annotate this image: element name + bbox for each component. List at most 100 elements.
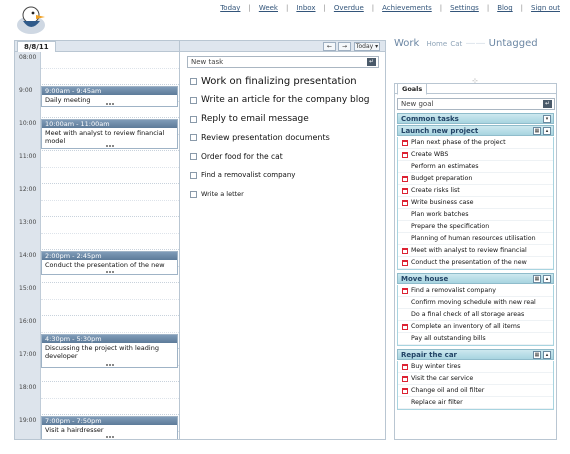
hour-label: 17:00	[15, 349, 41, 382]
calendar-grid[interactable]: 08:00 9:00 10:00 11:00 12:00 13:00 14:00 15:00 1…	[15, 52, 179, 439]
nav-today-link[interactable]: Today	[220, 4, 240, 12]
nav-separator: |	[439, 4, 443, 12]
collapse-icon[interactable]: ▴	[543, 275, 551, 283]
event-time: 7:00pm - 7:50pm	[42, 417, 177, 425]
goals-tab[interactable]: Goals	[397, 83, 428, 95]
task-checkbox[interactable]	[190, 134, 197, 141]
goal-item[interactable]: Confirm moving schedule with new real	[398, 297, 553, 309]
goal-item[interactable]: Plan work batches	[398, 209, 553, 221]
resize-grip-icon[interactable]	[105, 436, 114, 438]
goal-item[interactable]: Meet with analyst to review financial	[398, 245, 553, 257]
goal-item[interactable]: Planning of human resources utilisation	[398, 233, 553, 245]
goal-section-header[interactable]: Common tasks ▾	[397, 113, 554, 124]
hour-row[interactable]: 13:00	[15, 217, 179, 250]
goal-item[interactable]: Create risks list	[398, 185, 553, 197]
hour-row[interactable]: 12:00	[15, 184, 179, 217]
goal-item[interactable]: Write business case	[398, 197, 553, 209]
goal-item[interactable]: Do a final check of all storage areas	[398, 309, 553, 321]
calendar-event[interactable]: 7:00pm - 7:50pm Visit a hairdresser	[41, 416, 178, 439]
date-tab[interactable]: 8/8/11	[17, 41, 56, 52]
goal-item[interactable]: Create WBS	[398, 149, 553, 161]
resize-grip-icon[interactable]	[105, 271, 114, 273]
resize-grip-icon[interactable]	[105, 364, 114, 366]
task-checkbox[interactable]	[190, 153, 197, 160]
task-item[interactable]: Find a removalist company	[190, 171, 295, 179]
resize-grip-icon[interactable]	[105, 145, 114, 147]
goal-item-label: Do a final check of all storage areas	[411, 310, 525, 318]
hour-row[interactable]: 11:00	[15, 151, 179, 184]
hour-label: 16:00	[15, 316, 41, 349]
day-calendar: 8/8/11 08:00 9:00 10:00 11:00 12:00 13:00 14:0…	[14, 40, 180, 440]
delete-goal-icon[interactable]: ▦	[533, 127, 541, 135]
event-title: Discussing the project with leading deve…	[45, 344, 159, 360]
context-home[interactable]: Home	[427, 40, 448, 48]
today-dropdown-button[interactable]: Today ▾	[354, 42, 380, 51]
nav-inbox-link[interactable]: Inbox	[296, 4, 315, 12]
calendar-event[interactable]: 2:00pm - 2:45pm Conduct the presentation …	[41, 251, 178, 275]
calendar-event[interactable]: 9:00am - 9:45am Daily meeting	[41, 86, 178, 107]
task-checkbox[interactable]	[190, 115, 197, 123]
next-day-button[interactable]: →	[338, 42, 351, 51]
calendar-event[interactable]: 4:30pm - 5:30pm Discussing the project wi…	[41, 334, 178, 368]
context-work[interactable]: Work	[394, 38, 419, 49]
top-navigation: Today | Week | Inbox | Overdue | Achievement…	[220, 4, 560, 12]
collapse-icon[interactable]: ▴	[543, 351, 551, 359]
goal-item[interactable]: Replace air filter	[398, 397, 553, 409]
add-goal-button[interactable]: ↵	[543, 100, 552, 108]
calendar-event[interactable]: 10:00am - 11:00am Meet with analyst to re…	[41, 119, 178, 149]
task-checkbox[interactable]	[190, 171, 197, 179]
nav-blog-link[interactable]: Blog	[497, 4, 512, 12]
goal-item[interactable]: Plan next phase of the project	[398, 137, 553, 149]
hour-row[interactable]: 15:00	[15, 283, 179, 316]
hour-row[interactable]: 08:00	[15, 52, 179, 85]
nav-signout-link[interactable]: Sign out	[531, 4, 560, 12]
goal-item[interactable]: Conduct the presentation of the new	[398, 257, 553, 269]
goal-section-header[interactable]: Launch new project ▦ ▴	[397, 125, 554, 136]
new-goal-input[interactable]: New goal ↵	[397, 98, 555, 110]
goal-item[interactable]: Buy winter tires	[398, 361, 553, 373]
task-item[interactable]: Reply to email message	[190, 114, 309, 124]
resize-grip-icon[interactable]	[105, 103, 114, 105]
task-item[interactable]: Write a letter	[190, 190, 244, 198]
goal-item[interactable]: Complete an inventory of all items	[398, 321, 553, 333]
nav-achievements-link[interactable]: Achievements	[382, 4, 432, 12]
nav-week-link[interactable]: Week	[259, 4, 278, 12]
goal-item[interactable]: Find a removalist company	[398, 285, 553, 297]
hour-row[interactable]: 18:00	[15, 382, 179, 415]
delete-goal-icon[interactable]: ▦	[533, 275, 541, 283]
goal-section-header[interactable]: Repair the car ▦ ▴	[397, 349, 554, 360]
task-checkbox[interactable]	[190, 96, 197, 104]
task-label: Find a removalist company	[201, 171, 296, 179]
delete-goal-icon[interactable]: ▦	[533, 351, 541, 359]
collapse-icon[interactable]: ▴	[543, 127, 551, 135]
task-checkbox[interactable]	[190, 78, 197, 85]
half-hour-line	[41, 398, 179, 399]
goal-item[interactable]: Perform an estimates	[398, 161, 553, 173]
nav-separator: |	[520, 4, 524, 12]
nav-settings-link[interactable]: Settings	[450, 4, 479, 12]
add-task-button[interactable]: ↵	[367, 58, 376, 66]
goal-item[interactable]: Prepare the specification	[398, 221, 553, 233]
goal-item[interactable]: Pay all outstanding bills	[398, 333, 553, 345]
goal-item[interactable]: Change oil and oil filter	[398, 385, 553, 397]
goal-item[interactable]: Visit the car service	[398, 373, 553, 385]
goal-section-header[interactable]: Move house ▦ ▴	[397, 273, 554, 284]
nav-overdue-link[interactable]: Overdue	[334, 4, 364, 12]
context-tags: Work Home Cat —— Untagged	[394, 38, 538, 49]
task-item[interactable]: Review presentation documents	[190, 133, 330, 142]
new-task-input[interactable]: New task ↵	[187, 56, 379, 68]
prev-day-button[interactable]: ←	[323, 42, 336, 51]
goal-item-label: Buy winter tires	[411, 362, 461, 370]
event-time: 4:30pm - 5:30pm	[42, 335, 177, 343]
task-item[interactable]: Order food for the cat	[190, 152, 283, 161]
calendar-icon	[402, 187, 408, 194]
task-item[interactable]: Write an article for the company blog	[190, 95, 369, 105]
task-item[interactable]: Work on finalizing presentation	[190, 76, 357, 87]
expand-icon[interactable]: ▾	[543, 115, 551, 123]
context-untagged[interactable]: Untagged	[489, 38, 538, 49]
task-label: Write a letter	[201, 190, 244, 198]
context-cat[interactable]: Cat	[450, 40, 462, 48]
task-checkbox[interactable]	[190, 190, 197, 198]
goal-item[interactable]: Budget preparation	[398, 173, 553, 185]
hour-label: 08:00	[15, 52, 41, 85]
